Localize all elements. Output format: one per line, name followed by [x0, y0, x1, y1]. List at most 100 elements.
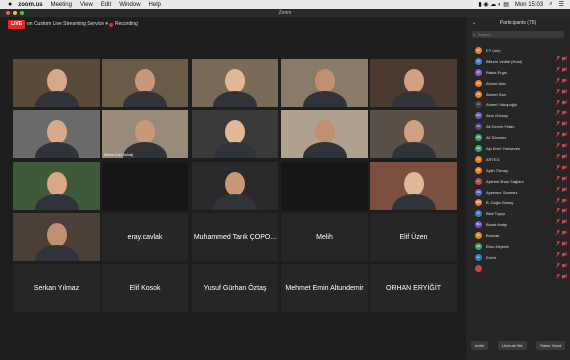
- participant-name-tile[interactable]: eray.cavlak: [102, 213, 188, 261]
- participant-row[interactable]: A Aylemir İlhan Sağlam: [466, 176, 570, 192]
- participant-video-tile[interactable]: [281, 162, 368, 210]
- participant-name-tile[interactable]: Elif Üzen: [370, 213, 457, 261]
- video-off-icon: [561, 179, 568, 192]
- participant-video-tile[interactable]: [13, 213, 100, 261]
- avatar: B: [475, 210, 482, 218]
- participant-video-tile[interactable]: [192, 59, 278, 107]
- participant-video-tile[interactable]: [13, 162, 100, 210]
- participant-row[interactable]: B Billurin Vedial (Host): [466, 56, 570, 73]
- participant-body: [213, 142, 257, 158]
- participant-row[interactable]: E EY (me): [466, 45, 570, 62]
- collapse-chevron-icon[interactable]: ⌄: [472, 17, 476, 29]
- participant-video-tile[interactable]: [192, 110, 278, 158]
- participant-video-tile[interactable]: [102, 59, 188, 107]
- video-off-icon: [561, 146, 568, 160]
- participant-row[interactable]: [466, 263, 570, 280]
- avatar: AE: [475, 144, 482, 152]
- minimize-window-button[interactable]: [13, 11, 17, 15]
- close-window-button[interactable]: [6, 11, 10, 15]
- menu-view[interactable]: View: [80, 2, 93, 8]
- participant-video-tile[interactable]: [13, 110, 100, 158]
- menu-app-name[interactable]: zoom.us: [18, 2, 42, 8]
- participant-row[interactable]: AE Alp Eren Yurtseven: [466, 143, 570, 160]
- participant-face: [314, 69, 335, 93]
- participant-row[interactable]: AS Ahmet Sarı: [466, 89, 570, 105]
- participant-video-tile[interactable]: [281, 59, 368, 107]
- menubar-clock[interactable]: Mon 15:03: [515, 2, 543, 8]
- participant-name-tile[interactable]: Mehmet Emin Altundemir: [281, 264, 368, 312]
- participants-list[interactable]: E EY (me) B Billurin Vedial (Host) R Rabia Er…: [466, 45, 570, 280]
- muted-mic-icon: [555, 168, 561, 181]
- participant-name-tile[interactable]: Melih: [281, 213, 368, 261]
- participant-list-name: Akın Gürsoy: [486, 113, 509, 119]
- participant-body: [213, 91, 257, 107]
- muted-mic-icon: [555, 59, 561, 73]
- participant-video-tile[interactable]: [370, 110, 457, 158]
- participant-face: [46, 172, 67, 196]
- search-icon[interactable]: ⌕: [549, 1, 552, 8]
- avatar: E: [475, 46, 482, 54]
- participant-body: [34, 245, 79, 261]
- video-off-icon: [561, 190, 568, 203]
- participant-row[interactable]: AS Aysemur Sonmez: [466, 187, 570, 203]
- participant-row[interactable]: AK Ali Kerem Fidan: [466, 121, 570, 138]
- muted-mic-icon: [555, 222, 561, 236]
- participant-face: [403, 172, 424, 196]
- participant-video-tile[interactable]: [192, 162, 278, 210]
- menu-help[interactable]: Help: [149, 2, 161, 8]
- status-icons[interactable]: ▮ ◉ ☁ ◐ ▤: [478, 1, 509, 8]
- raise-hand-button[interactable]: Raise Hand: [536, 340, 566, 350]
- participant-list-name: Aylemir İlhan Sağlam: [486, 178, 524, 184]
- participant-name-tile[interactable]: Yusuf Gürhan Öztaş: [192, 264, 278, 312]
- zoom-window-button[interactable]: [20, 11, 24, 15]
- participant-row[interactable]: B Buncak: [466, 230, 570, 247]
- participant-name-tile[interactable]: Serkan Yılmaz: [13, 264, 100, 312]
- menu-edit[interactable]: Edit: [101, 2, 111, 8]
- video-off-icon: [561, 233, 568, 247]
- participant-video-tile[interactable]: [13, 59, 100, 107]
- participant-name-tile[interactable]: Muhammed Tarık ÇOPO...: [192, 213, 278, 261]
- participants-search-input[interactable]: ⌕ Search: [472, 31, 564, 38]
- menu-list-icon[interactable]: ☰: [559, 1, 564, 8]
- participant-list-name: Esem: [486, 254, 497, 260]
- participant-name-tile[interactable]: Elif Kosok: [102, 264, 188, 312]
- participant-video-tile[interactable]: [370, 59, 457, 107]
- muted-mic-icon: [555, 92, 561, 105]
- video-off-icon: [561, 81, 568, 94]
- participant-name-tile[interactable]: ORHAN ERYİĞİT: [370, 264, 457, 312]
- participant-list-name: EY (me): [486, 47, 501, 53]
- menu-meeting[interactable]: Meeting: [51, 2, 72, 8]
- muted-mic-icon: [555, 211, 561, 225]
- participant-row[interactable]: AA Ahmet Atar: [466, 78, 570, 94]
- chevron-down-icon: ▾: [105, 21, 108, 27]
- avatar: A: [475, 177, 482, 185]
- participant-row[interactable]: AS Ali Sönmez: [466, 132, 570, 149]
- invite-button[interactable]: Invite: [470, 340, 489, 350]
- menu-window[interactable]: Window: [119, 2, 140, 8]
- recording-status: Recording: [115, 21, 138, 27]
- participant-row[interactable]: AT Aylin Tümay: [466, 165, 570, 182]
- participant-row[interactable]: E Esem: [466, 252, 570, 269]
- live-badge[interactable]: LIVE: [8, 20, 26, 29]
- participant-row[interactable]: AG Akın Gürsoy: [466, 110, 570, 127]
- participant-row[interactable]: A ARTEG: [466, 154, 570, 171]
- muted-mic-icon: [555, 113, 561, 127]
- avatar: AK: [475, 123, 482, 131]
- participant-row[interactable]: B Bilal Topçu: [466, 208, 570, 225]
- avatar: E: [475, 253, 482, 261]
- participant-body: [391, 142, 436, 158]
- apple-icon[interactable]: ●: [8, 1, 12, 8]
- participant-list-name: ARTEG: [486, 156, 500, 162]
- participant-row[interactable]: BH Burak Hatip: [466, 219, 570, 236]
- participant-row[interactable]: EZ Ebru Zeybek: [466, 241, 570, 258]
- stream-status[interactable]: on Custom Live Streaming Service ▾: [27, 20, 108, 29]
- participant-video-tile[interactable]: Semra Kurt Jorbalj: [102, 110, 188, 158]
- participant-row[interactable]: R Rabia Ergin: [466, 67, 570, 83]
- participant-row[interactable]: A Ahmet Yakupoğlu: [466, 99, 570, 116]
- participant-video-tile[interactable]: [281, 110, 368, 158]
- participant-row[interactable]: BD B. Doğa Günay: [466, 197, 570, 214]
- participant-video-tile[interactable]: [102, 162, 188, 210]
- muted-mic-icon: [555, 102, 561, 116]
- participant-video-tile[interactable]: [370, 162, 457, 210]
- unmute-me-button[interactable]: Unmute Me: [497, 340, 527, 350]
